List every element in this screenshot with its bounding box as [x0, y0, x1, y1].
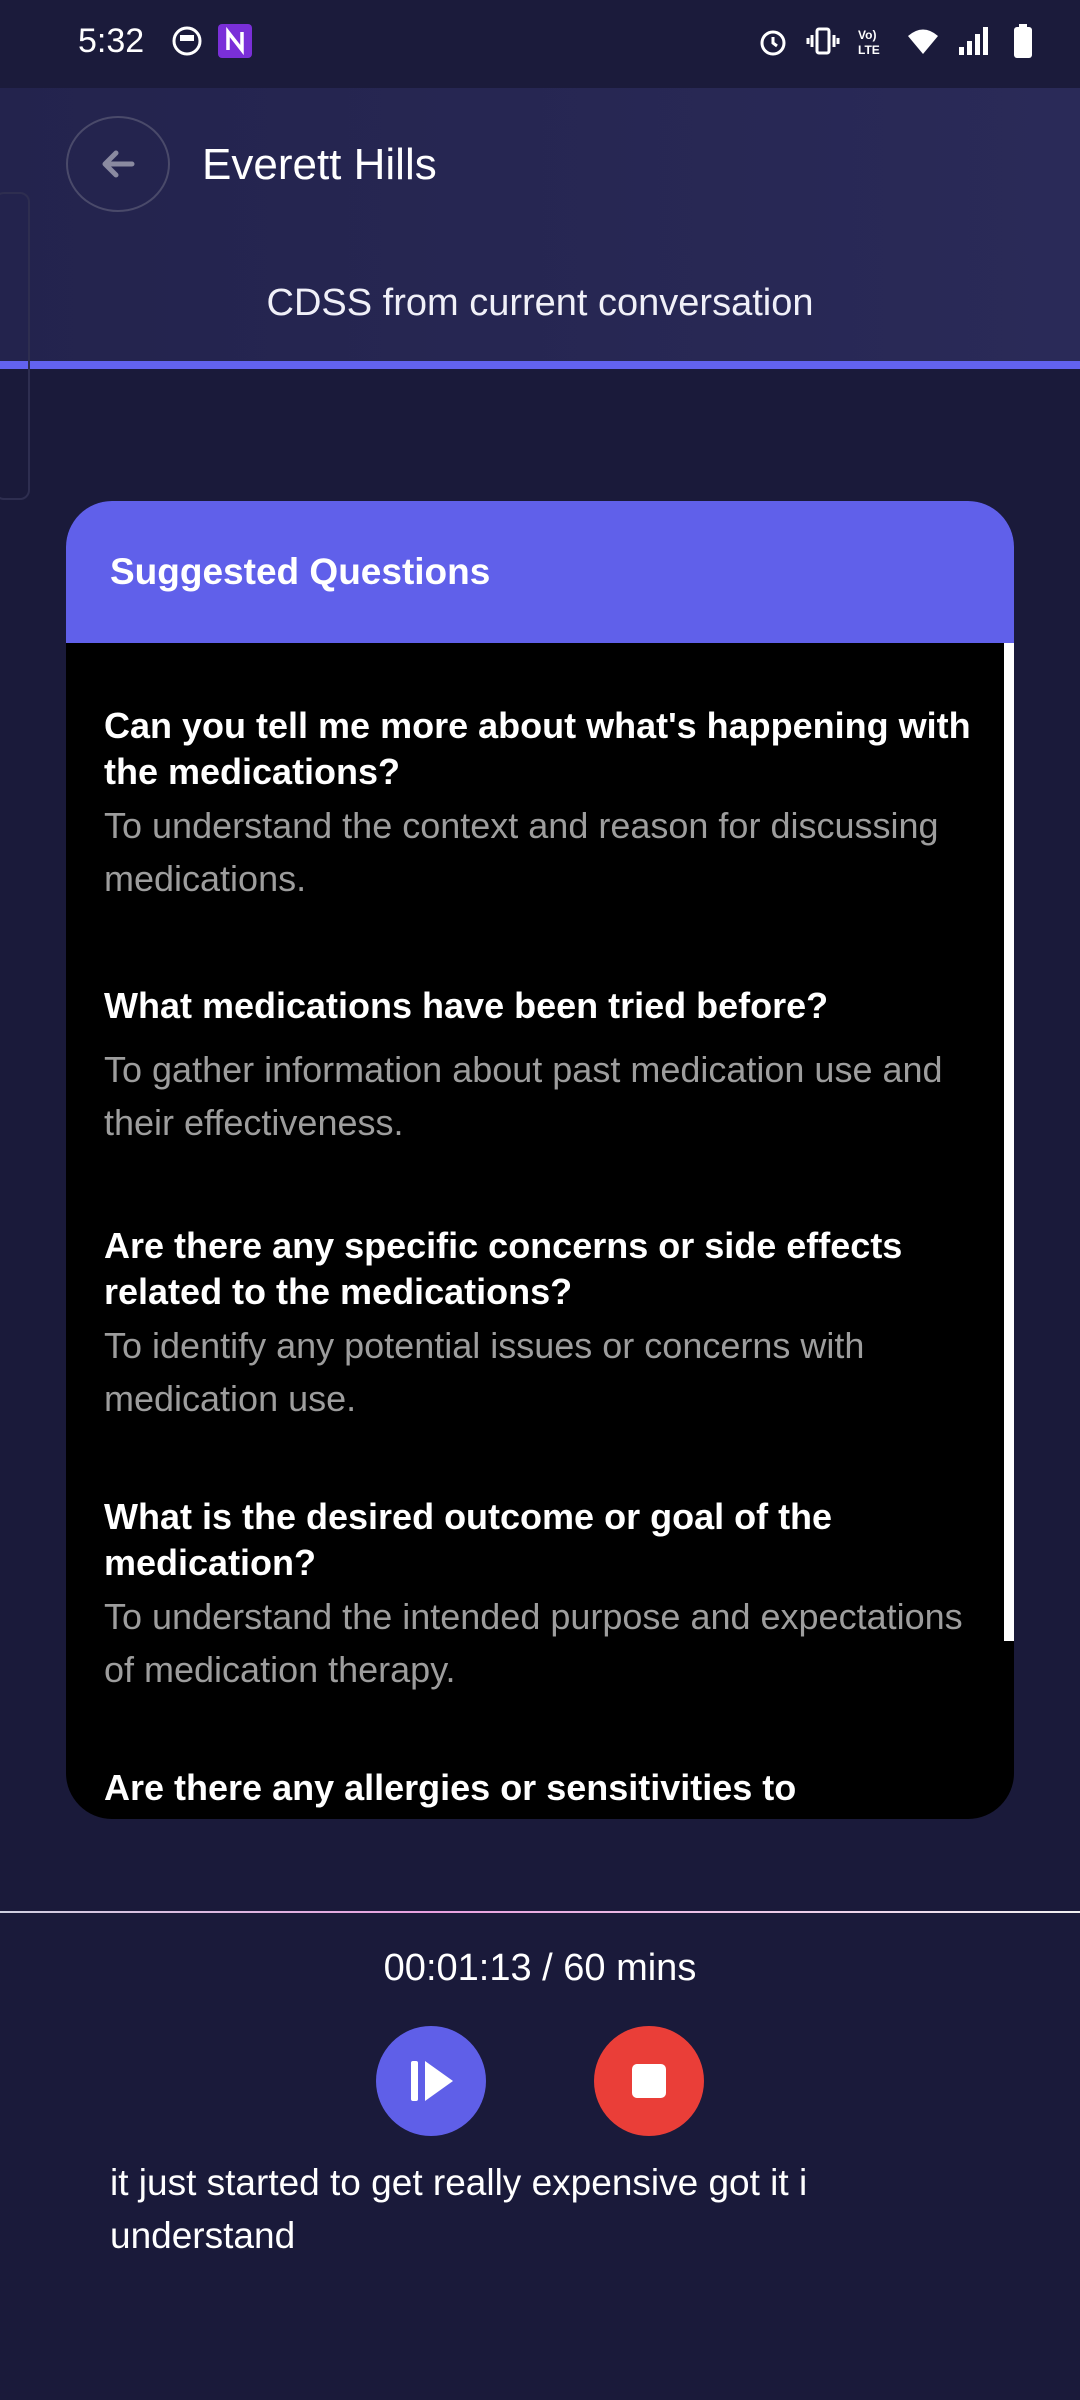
question-reason: To understand the intended purpose and e… — [104, 1596, 963, 1690]
battery-icon — [1006, 24, 1040, 58]
question-text: Are there any specific concerns or side … — [104, 1225, 903, 1312]
resume-button[interactable] — [376, 2026, 486, 2136]
question-reason: To understand the context and reason for… — [104, 805, 939, 899]
svg-text:LTE: LTE — [858, 43, 880, 57]
card-header: Suggested Questions — [66, 501, 1014, 643]
volte-icon: Vo) LTE — [856, 24, 890, 58]
status-time: 5:32 — [78, 22, 145, 60]
scrollbar[interactable] — [1004, 643, 1014, 1641]
arrow-left-icon — [102, 150, 135, 178]
question-item[interactable]: Are there any allergies or sensitivities… — [104, 1765, 984, 1811]
question-item[interactable]: Are there any specific concerns or side … — [104, 1223, 984, 1425]
status-right-icons: Vo) LTE — [756, 24, 1040, 58]
suggested-questions-card: Suggested Questions Can you tell me more… — [66, 501, 1014, 1819]
vibrate-icon — [806, 24, 840, 58]
questions-list[interactable]: Can you tell me more about what's happen… — [66, 643, 1014, 1819]
signal-icon — [956, 24, 990, 58]
status-left-icons — [170, 24, 252, 58]
question-text: Can you tell me more about what's happen… — [104, 705, 971, 792]
alarm-icon — [756, 24, 790, 58]
section-subtitle: CDSS from current conversation — [266, 282, 814, 324]
question-reason: To gather information about past medicat… — [104, 1049, 943, 1143]
wifi-icon — [906, 24, 940, 58]
back-button[interactable] — [66, 116, 170, 212]
divider — [0, 1911, 1080, 1913]
question-item[interactable]: What medications have been tried before?… — [104, 983, 984, 1149]
question-item[interactable]: What is the desired outcome or goal of t… — [104, 1494, 984, 1696]
svg-text:Vo): Vo) — [858, 28, 876, 42]
header: Everett Hills CDSS from current conversa… — [0, 88, 1080, 366]
side-drawer-handle[interactable] — [0, 192, 30, 500]
question-text: What is the desired outcome or goal of t… — [104, 1496, 833, 1583]
n-app-icon — [218, 24, 252, 58]
status-bar: 5:32 Vo) LTE — [0, 0, 1080, 88]
stop-button[interactable] — [594, 2026, 704, 2136]
stop-icon — [632, 2064, 666, 2098]
recording-timer: 00:01:13 / 60 mins — [383, 1947, 697, 1989]
accent-line — [0, 361, 1080, 369]
play-icon — [411, 2061, 453, 2101]
live-transcript: it just started to get really expensive … — [110, 2162, 808, 2256]
question-text: Are there any allergies or sensitivities… — [104, 1767, 797, 1808]
card-title: Suggested Questions — [110, 551, 491, 592]
patient-name: Everett Hills — [202, 140, 437, 189]
question-reason: To identify any potential issues or conc… — [104, 1325, 865, 1419]
face-icon — [170, 24, 204, 58]
question-text: What medications have been tried before? — [104, 985, 829, 1026]
question-item[interactable]: Can you tell me more about what's happen… — [104, 703, 984, 905]
